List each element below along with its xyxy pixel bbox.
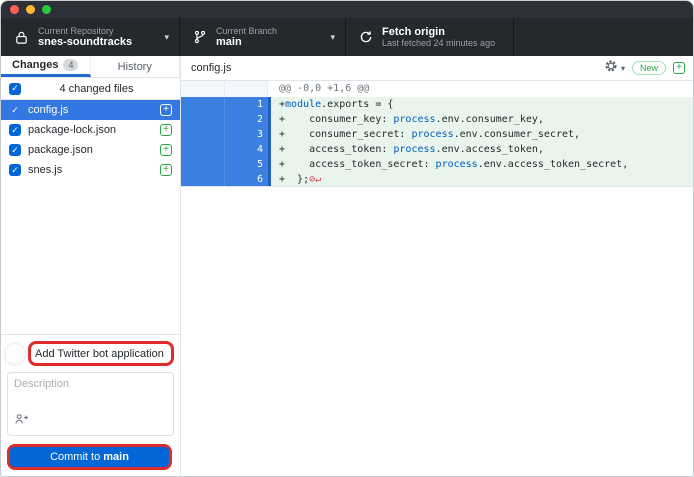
check-icon: ✓ [11, 145, 19, 156]
current-repository-dropdown[interactable]: Current Repository snes-soundtracks ▾ [1, 18, 180, 56]
commit-description-box [7, 372, 174, 436]
file-added-icon: + [160, 144, 172, 156]
file-row-package-json[interactable]: ✓ package.json + [1, 140, 180, 160]
file-checkbox[interactable]: ✓ [9, 104, 21, 116]
diff-line-gutter[interactable]: 3 [181, 127, 271, 142]
git-branch-icon [193, 30, 207, 44]
added-file-icon: + [673, 62, 685, 74]
sync-icon [359, 30, 373, 44]
titlebar [1, 1, 693, 18]
tab-changes[interactable]: Changes 4 [1, 56, 91, 77]
file-name: snes.js [28, 164, 153, 176]
file-added-icon: + [160, 104, 172, 116]
diff-line-gutter[interactable]: 4 [181, 142, 271, 157]
file-row-snes-js[interactable]: ✓ snes.js + [1, 160, 180, 180]
tab-history[interactable]: History [91, 56, 181, 77]
diff-panel: config.js ▾ New + [181, 56, 693, 477]
diff-line-gutter[interactable]: 6 [181, 172, 271, 186]
fetch-origin-sublabel: Last fetched 24 minutes ago [382, 38, 495, 48]
diff-line-gutter[interactable]: 2 [181, 112, 271, 127]
close-window-button[interactable] [10, 5, 19, 14]
check-icon: ✓ [11, 125, 19, 136]
commit-summary-input[interactable] [31, 345, 171, 363]
fetch-origin-button[interactable]: Fetch origin Last fetched 24 minutes ago [346, 18, 514, 56]
sidebar-empty-space [1, 180, 180, 334]
diff-view: @@ -0,0 +1,6 @@ 1 +module.exports = { 2 … [181, 81, 693, 187]
changes-sidebar: Changes 4 History ✓ 4 changed files ✓ co… [1, 56, 181, 477]
diff-line-code: + consumer_key: process.env.consumer_key… [271, 112, 693, 127]
diff-options-button[interactable]: ▾ [604, 59, 625, 78]
toolbar-empty-space [514, 18, 693, 56]
diff-file-name: config.js [191, 62, 604, 74]
file-row-package-lock-json[interactable]: ✓ package-lock.json + [1, 120, 180, 140]
tab-changes-label: Changes [12, 59, 58, 71]
current-repository-value: snes-soundtracks [38, 36, 132, 49]
check-icon: ✓ [11, 165, 19, 176]
commit-form: Commit to main [1, 334, 180, 477]
file-checkbox[interactable]: ✓ [9, 144, 21, 156]
current-repository-label: Current Repository [38, 26, 132, 36]
diff-line-gutter[interactable]: 1 [181, 97, 271, 112]
file-name: config.js [28, 104, 153, 116]
diff-file-header: config.js ▾ New + [181, 56, 693, 81]
commit-button-annotation-highlight: Commit to main [7, 444, 172, 470]
commit-description-input[interactable] [14, 378, 167, 414]
github-desktop-window: Current Repository snes-soundtracks ▾ Cu… [0, 0, 694, 477]
diff-line[interactable]: 5 + access_token_secret: process.env.acc… [181, 157, 693, 172]
select-all-checkbox[interactable]: ✓ [9, 83, 21, 95]
diff-line[interactable]: 2 + consumer_key: process.env.consumer_k… [181, 112, 693, 127]
chevron-down-icon: ▾ [164, 32, 169, 43]
minimize-window-button[interactable] [26, 5, 35, 14]
add-coauthor-icon[interactable] [14, 412, 29, 431]
commit-to-main-button[interactable]: Commit to main [10, 447, 169, 467]
diff-line-code: +module.exports = { [271, 97, 693, 112]
file-row-config-js[interactable]: ✓ config.js + [1, 100, 180, 120]
current-branch-label: Current Branch [216, 26, 277, 36]
file-checkbox[interactable]: ✓ [9, 164, 21, 176]
hunk-header-text: @@ -0,0 +1,6 @@ [271, 81, 693, 97]
fetch-origin-label: Fetch origin [382, 26, 495, 39]
new-file-badge: New [632, 61, 666, 75]
diff-line-gutter[interactable]: 5 [181, 157, 271, 172]
gear-icon [604, 59, 618, 78]
file-name: package.json [28, 144, 153, 156]
chevron-down-icon: ▾ [621, 64, 625, 73]
no-newline-eof-icon: ⊘↵ [309, 174, 321, 185]
hunk-header-row[interactable]: @@ -0,0 +1,6 @@ [181, 81, 693, 97]
changed-files-summary: 4 changed files [21, 83, 172, 95]
diff-line[interactable]: 1 +module.exports = { [181, 97, 693, 112]
summary-annotation-highlight [28, 341, 174, 366]
diff-line[interactable]: 3 + consumer_secret: process.env.consume… [181, 127, 693, 142]
diff-line[interactable]: 4 + access_token: process.env.access_tok… [181, 142, 693, 157]
diff-line[interactable]: 6 + };⊘↵ [181, 172, 693, 187]
zoom-window-button[interactable] [42, 5, 51, 14]
diff-line-code: + access_token: process.env.access_token… [271, 142, 693, 157]
current-branch-value: main [216, 36, 277, 49]
diff-line-code: + consumer_secret: process.env.consumer_… [271, 127, 693, 142]
diff-line-code: + };⊘↵ [271, 172, 693, 186]
lock-icon [14, 30, 29, 45]
changes-count-badge: 4 [63, 59, 78, 71]
check-icon: ✓ [11, 83, 19, 94]
file-checkbox[interactable]: ✓ [9, 124, 21, 136]
avatar [5, 344, 25, 364]
file-added-icon: + [160, 164, 172, 176]
current-branch-dropdown[interactable]: Current Branch main ▾ [180, 18, 346, 56]
diff-line-code: + access_token_secret: process.env.acces… [271, 157, 693, 172]
toolbar: Current Repository snes-soundtracks ▾ Cu… [1, 18, 693, 56]
tab-history-label: History [118, 61, 152, 73]
chevron-down-icon: ▾ [330, 32, 335, 43]
check-icon: ✓ [11, 105, 19, 116]
file-name: package-lock.json [28, 124, 153, 136]
sidebar-tabs: Changes 4 History [1, 56, 180, 78]
file-added-icon: + [160, 124, 172, 136]
changed-files-header: ✓ 4 changed files [1, 78, 180, 100]
